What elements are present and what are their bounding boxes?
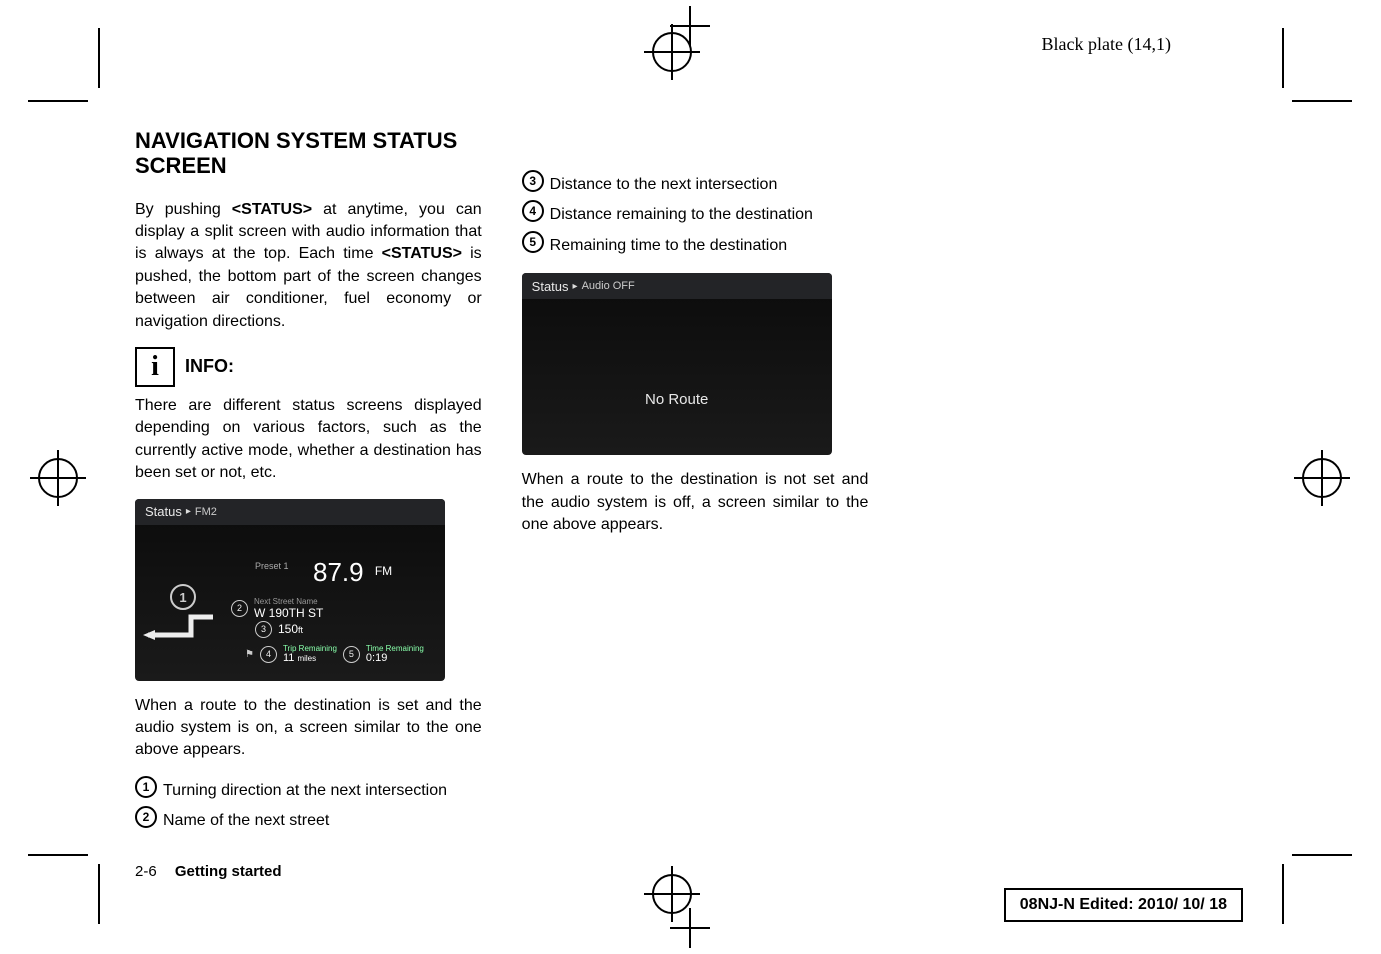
chevron-right-icon: ▸	[186, 506, 191, 517]
route-flag-icon: ⚑	[245, 649, 254, 660]
legend-marker-2-icon: 2	[231, 600, 248, 617]
screen1-frequency: 87.9 FM	[313, 557, 392, 588]
column-1: NAVIGATION SYSTEM STATUS SCREEN By pushi…	[135, 128, 482, 836]
screen1-street-name: W 190TH ST	[254, 606, 323, 620]
screen1-status-sub: FM2	[195, 506, 217, 518]
reg-mark-right-circle	[1300, 456, 1344, 500]
screen1-dist-unit: ft	[298, 625, 303, 635]
legend-item: 2 Name of the next street	[135, 806, 482, 836]
screen1-trip-value: 11	[283, 652, 294, 664]
legend-number-icon: 4	[522, 200, 544, 222]
legend-number-icon: 2	[135, 806, 157, 828]
screen1-dist: 150ft	[278, 622, 303, 636]
screen1-dist-value: 150	[278, 622, 298, 636]
legend-col1: 1 Turning direction at the next intersect…	[135, 776, 482, 837]
screen1-freq-value: 87.9	[313, 557, 364, 587]
reg-mark-left-circle	[36, 456, 80, 500]
edit-stamp: 08NJ-N Edited: 2010/ 10/ 18	[1004, 888, 1243, 922]
reg-mark-bottom-circle	[650, 872, 694, 916]
screen1-trip-row: ⚑ 4 Trip Remaining 11 miles 5 Time Remai…	[245, 645, 424, 664]
crop-mark	[1292, 100, 1352, 102]
column-2: 3 Distance to the next intersection 4 Dista…	[522, 128, 869, 836]
legend-text: Turning direction at the next intersecti…	[163, 776, 482, 806]
legend-item: 4 Distance remaining to the destination	[522, 200, 869, 230]
crop-mark	[1282, 864, 1284, 924]
legend-marker-3-icon: 3	[255, 621, 272, 638]
legend-col2: 3 Distance to the next intersection 4 Dista…	[522, 170, 869, 261]
screen2-status-sub: Audio OFF	[582, 280, 635, 292]
info-icon: i	[135, 347, 175, 387]
plate-info: Black plate (14,1)	[1042, 34, 1171, 55]
turn-arrow-icon: 1	[143, 577, 223, 647]
legend-text: Remaining time to the destination	[550, 231, 869, 261]
legend-item: 3 Distance to the next intersection	[522, 170, 869, 200]
reg-mark-top-circle	[650, 30, 694, 74]
screen2-no-route-text: No Route	[522, 391, 832, 408]
screen1-topbar: Status ▸ FM2	[135, 499, 445, 525]
page-content: NAVIGATION SYSTEM STATUS SCREEN By pushi…	[135, 128, 1255, 848]
screen1-dist-row: 3 150ft	[255, 621, 303, 638]
legend-text: Distance remaining to the destination	[550, 200, 869, 230]
page-heading: NAVIGATION SYSTEM STATUS SCREEN	[135, 128, 482, 179]
screen1-street-row: 2 Next Street Name W 190TH ST	[231, 597, 323, 620]
screen2-status-label: Status	[532, 279, 569, 294]
legend-item: 5 Remaining time to the destination	[522, 231, 869, 261]
screen1-status-label: Status	[145, 504, 182, 519]
info-label: INFO:	[185, 356, 234, 377]
screen1-trip-unit: miles	[297, 654, 316, 663]
screen1-preset-label: Preset 1	[255, 561, 289, 571]
legend-marker-5-icon: 5	[343, 646, 360, 663]
chevron-right-icon: ▸	[573, 281, 578, 292]
info-text: There are different status screens displ…	[135, 395, 482, 485]
crop-mark	[98, 28, 100, 88]
screen1-band: FM	[375, 564, 392, 578]
crop-mark	[1292, 854, 1352, 856]
crop-mark	[28, 100, 88, 102]
legend-marker-4-icon: 4	[260, 646, 277, 663]
svg-text:1: 1	[179, 590, 186, 605]
info-callout: i INFO:	[135, 347, 482, 387]
crop-mark	[98, 864, 100, 924]
page-footer: 2-6 Getting started	[135, 863, 282, 880]
screen2-topbar: Status ▸ Audio OFF	[522, 273, 832, 299]
status-screen-no-route: Status ▸ Audio OFF No Route	[522, 273, 832, 455]
screen1-street-label: Next Street Name	[254, 597, 323, 606]
crop-mark	[28, 854, 88, 856]
page-number: 2-6	[135, 863, 157, 880]
section-name: Getting started	[175, 863, 282, 880]
intro-paragraph: By pushing <STATUS> at anytime, you can …	[135, 199, 482, 333]
screen1-caption: When a route to the destination is set a…	[135, 695, 482, 762]
screen1-time-value: 0:19	[366, 653, 424, 664]
legend-number-icon: 3	[522, 170, 544, 192]
column-3	[908, 128, 1255, 836]
legend-number-icon: 5	[522, 231, 544, 253]
legend-text: Name of the next street	[163, 806, 482, 836]
screen2-caption: When a route to the destination is not s…	[522, 469, 869, 536]
legend-text: Distance to the next intersection	[550, 170, 869, 200]
legend-item: 1 Turning direction at the next intersect…	[135, 776, 482, 806]
status-screen-with-route: Status ▸ FM2 1 Preset 1 87.9 FM	[135, 499, 445, 681]
legend-number-icon: 1	[135, 776, 157, 798]
crop-mark	[1282, 28, 1284, 88]
